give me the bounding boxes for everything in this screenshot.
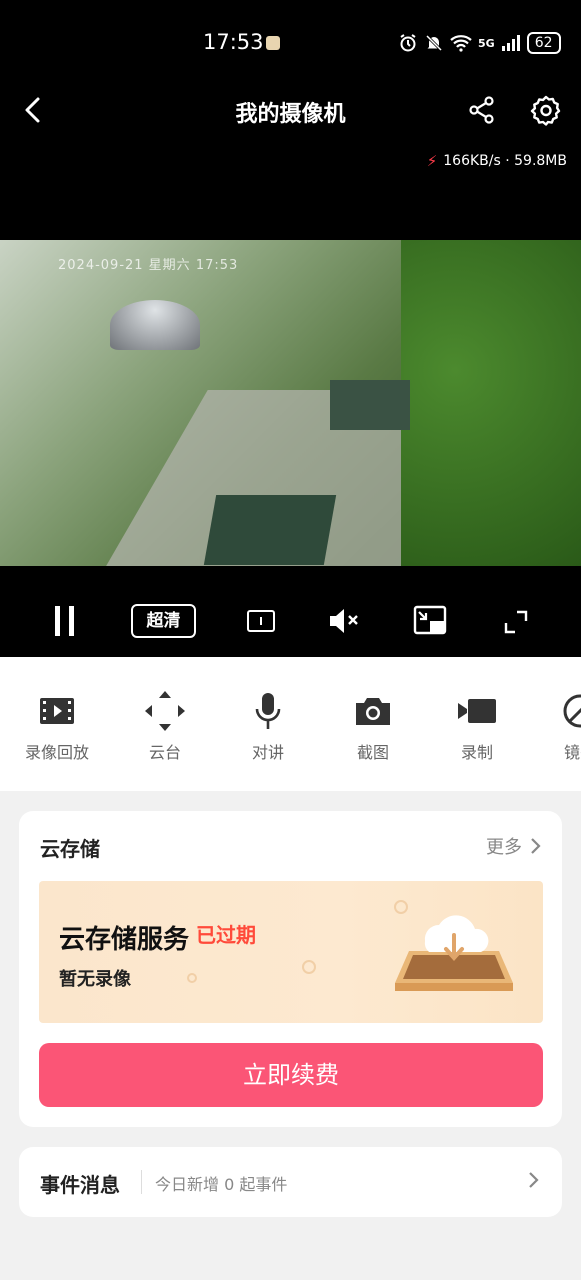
- toolbar-label: 截图: [356, 743, 389, 762]
- network-speed: ⚡ 166KB/s · 59.8MB: [427, 152, 567, 170]
- divider: [141, 1170, 142, 1194]
- lens-button[interactable]: 镜头: [530, 689, 581, 763]
- notification-icon: [266, 36, 280, 50]
- camera-icon: [356, 698, 390, 725]
- camera-viewer: 17:53 5G 62 我的摄像机 ⚡ 166KB/s · 59.8MB 202…: [0, 0, 581, 657]
- signal-icon: [501, 35, 520, 51]
- video-record-icon: [458, 699, 496, 723]
- video-scene: [330, 380, 410, 430]
- more-label: 更多: [486, 837, 522, 858]
- microphone-icon: [255, 693, 281, 729]
- pause-button[interactable]: [55, 606, 77, 636]
- playback-button[interactable]: 录像回放: [7, 689, 107, 763]
- toolbar-label: 对讲: [251, 743, 284, 762]
- aspect-ratio-icon: [260, 617, 262, 625]
- quality-button[interactable]: 超清: [131, 604, 196, 638]
- video-scene: [110, 300, 200, 350]
- expired-badge: 已过期: [196, 923, 256, 947]
- chevron-right-icon: [529, 1172, 539, 1188]
- mute-bell-icon: [425, 34, 443, 52]
- top-nav: 我的摄像机: [0, 88, 581, 132]
- gear-icon[interactable]: [530, 94, 562, 126]
- lens-icon: [563, 694, 581, 728]
- more-link[interactable]: 更多: [486, 833, 542, 859]
- events-summary: 今日新增 0 起事件: [155, 1175, 288, 1194]
- battery-indicator: 62: [526, 32, 561, 54]
- aspect-ratio-button[interactable]: [247, 610, 275, 632]
- feature-toolbar: 录像回放 云台 对讲 截图 录制 镜头: [0, 657, 581, 791]
- player-controls: 超清: [0, 600, 581, 644]
- alarm-icon: [400, 34, 416, 52]
- renew-button[interactable]: 立即续费: [39, 1043, 543, 1107]
- video-scene: [203, 495, 337, 565]
- cloud-storage-title: 云存储: [40, 837, 100, 861]
- ptz-arrows-icon: [145, 691, 185, 731]
- wifi-icon: [450, 35, 472, 52]
- cloud-storage-banner: 云存储服务 已过期 暂无录像: [39, 881, 543, 1023]
- mute-button[interactable]: [328, 606, 362, 636]
- banner-subtitle: 暂无录像: [59, 969, 131, 990]
- toolbar-label: 镜头: [563, 743, 581, 762]
- record-button[interactable]: 录制: [427, 689, 527, 763]
- network-speed-text: 166KB/s · 59.8MB: [443, 153, 567, 169]
- intercom-button[interactable]: 对讲: [218, 689, 318, 763]
- screenshot-button[interactable]: 截图: [323, 689, 423, 763]
- event-messages-card[interactable]: 事件消息 今日新增 0 起事件: [19, 1147, 562, 1217]
- cloud-tray-icon: [395, 915, 513, 991]
- video-scene: [401, 240, 581, 566]
- status-time: 17:53: [203, 30, 264, 54]
- speed-icon: ⚡: [426, 152, 438, 170]
- chevron-right-icon: [531, 838, 541, 854]
- toolbar-label: 云台: [148, 743, 181, 762]
- toolbar-label: 录制: [460, 743, 493, 762]
- film-icon: [40, 698, 74, 724]
- status-bar: 17:53 5G 62: [0, 28, 581, 58]
- cloud-storage-card: 云存储 更多 云存储服务 已过期 暂无录像 立即续费: [19, 811, 562, 1127]
- pause-icon: [55, 606, 60, 636]
- events-title: 事件消息: [40, 1173, 120, 1197]
- live-video-feed[interactable]: 2024-09-21 星期六 17:53: [0, 240, 581, 566]
- network-type: 5G: [478, 36, 495, 50]
- status-icons: 5G 62: [398, 32, 561, 54]
- ptz-button[interactable]: 云台: [115, 689, 215, 763]
- pause-icon: [69, 606, 74, 636]
- picture-in-picture-button[interactable]: [413, 605, 447, 637]
- banner-title: 云存储服务: [59, 925, 190, 955]
- share-icon[interactable]: [466, 94, 498, 126]
- toolbar-label: 录像回放: [24, 743, 89, 762]
- video-timestamp: 2024-09-21 星期六 17:53: [58, 258, 239, 273]
- fullscreen-button[interactable]: [503, 609, 529, 635]
